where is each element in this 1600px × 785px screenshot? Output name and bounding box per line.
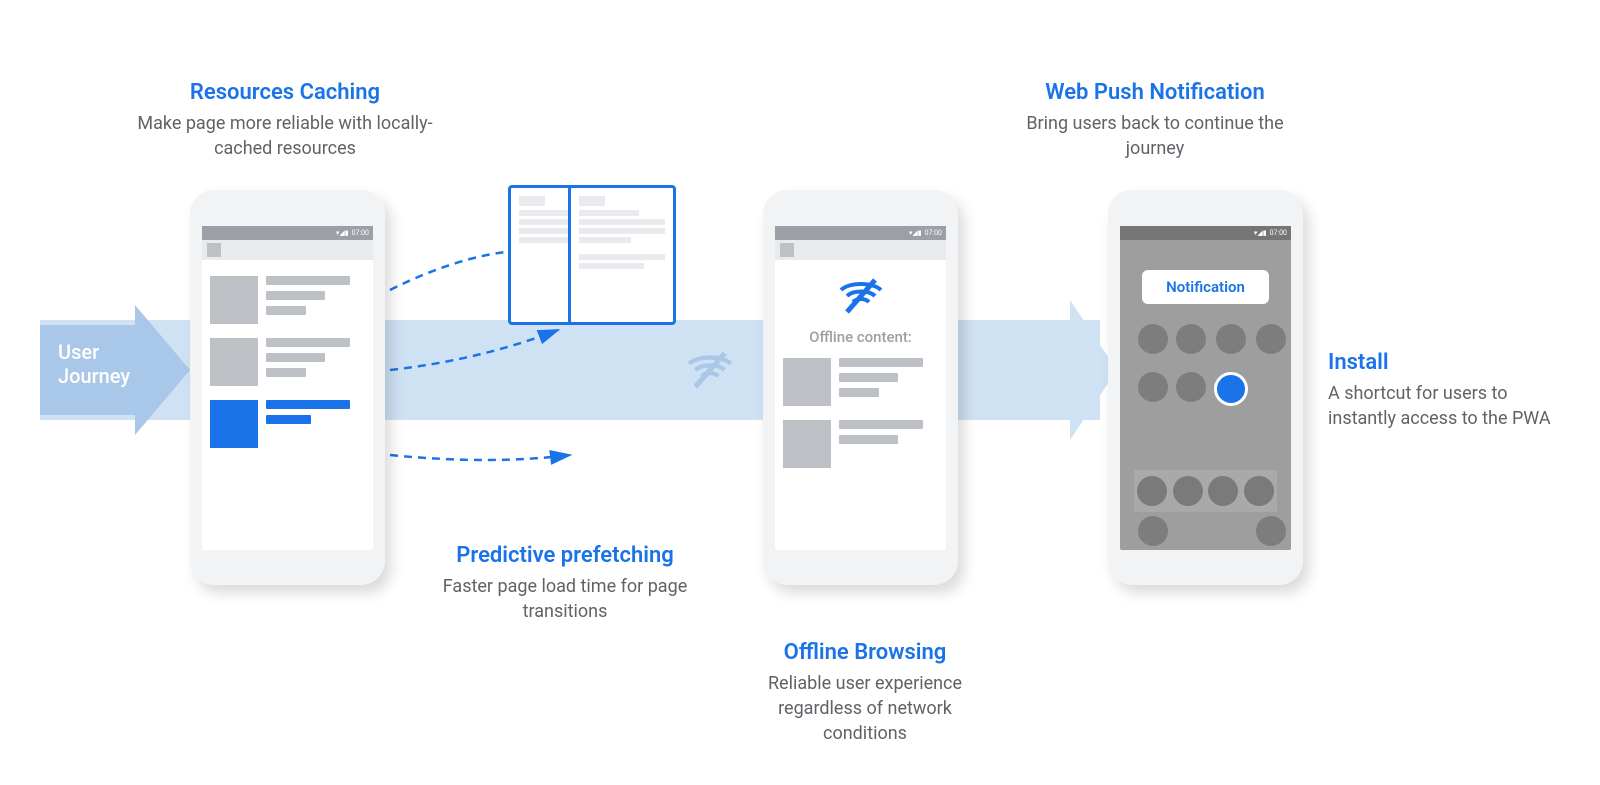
app-icon: [1138, 372, 1168, 402]
signal-icon: ▾◢▮: [336, 229, 349, 237]
flow-dash: [1021, 320, 1035, 420]
offline-desc: Reliable user experience regardless of n…: [735, 671, 995, 747]
caption-install: Install A shortcut for users to instantl…: [1328, 350, 1568, 431]
status-time: 07:00: [1270, 229, 1287, 237]
status-bar: ▾◢▮07:00: [1120, 226, 1291, 240]
phone-offline-screen: ▾◢▮07:00 Offline content:: [775, 226, 946, 550]
list-item: [783, 420, 938, 468]
caching-desc: Make page more reliable with locally-cac…: [130, 111, 440, 161]
status-time: 07:00: [352, 229, 369, 237]
signal-icon: ▾◢▮: [1254, 229, 1267, 237]
app-icon: [1176, 324, 1206, 354]
phone-offline: ▾◢▮07:00 Offline content:: [763, 190, 958, 585]
caching-title: Resources Caching: [130, 80, 440, 105]
dock-icon: [1137, 476, 1167, 506]
user-journey-text: UserJourney: [58, 340, 130, 388]
dock: [1134, 470, 1277, 512]
list-item: [210, 276, 365, 324]
prefetch-desc: Faster page load time for page transitio…: [415, 574, 715, 624]
dock-icon: [1244, 476, 1274, 506]
app-icon: [1176, 372, 1206, 402]
push-title: Web Push Notification: [1000, 80, 1310, 105]
status-time: 07:00: [925, 229, 942, 237]
phone-homescreen: ▾◢▮07:00 Notification: [1108, 190, 1303, 585]
install-title: Install: [1328, 350, 1568, 375]
flow-arrowhead: [1042, 300, 1117, 444]
app-icon: [1216, 324, 1246, 354]
flow-dash: [975, 320, 989, 420]
user-journey-label: UserJourney: [58, 340, 130, 388]
signal-icon: ▾◢▮: [909, 229, 922, 237]
dock-icon: [1173, 476, 1203, 506]
notification-bubble: Notification: [1142, 270, 1269, 304]
wifi-off-band-icon: [685, 345, 735, 399]
phone-homescreen-screen: ▾◢▮07:00 Notification: [1120, 226, 1291, 550]
dock-icon: [1208, 476, 1238, 506]
push-desc: Bring users back to continue the journey: [1000, 111, 1310, 161]
app-icon: [1256, 516, 1286, 546]
flow-dash: [998, 320, 1012, 420]
caption-prefetch: Predictive prefetching Faster page load …: [415, 543, 715, 624]
status-bar: ▾◢▮07:00: [202, 226, 373, 240]
offline-title: Offline Browsing: [735, 640, 995, 665]
prefetch-title: Predictive prefetching: [415, 543, 715, 568]
app-icon: [1138, 516, 1168, 546]
install-desc: A shortcut for users to instantly access…: [1328, 381, 1568, 431]
wifi-off-icon: [836, 276, 886, 320]
app-icon-pwa: [1214, 372, 1248, 406]
toolbar: [775, 240, 946, 260]
caption-push: Web Push Notification Bring users back t…: [1000, 80, 1310, 161]
prefetch-card: [568, 185, 676, 325]
list-item-selected: [210, 400, 365, 448]
caption-caching: Resources Caching Make page more reliabl…: [130, 80, 440, 161]
status-bar: ▾◢▮07:00: [775, 226, 946, 240]
offline-content-label: Offline content:: [775, 328, 946, 346]
app-icon: [1256, 324, 1286, 354]
app-icon: [1138, 324, 1168, 354]
phone-caching: ▾◢▮07:00: [190, 190, 385, 585]
caption-offline: Offline Browsing Reliable user experienc…: [735, 640, 995, 747]
list-item: [210, 338, 365, 386]
toolbar: [202, 240, 373, 260]
list-item: [783, 358, 938, 406]
phone-caching-screen: ▾◢▮07:00: [202, 226, 373, 550]
